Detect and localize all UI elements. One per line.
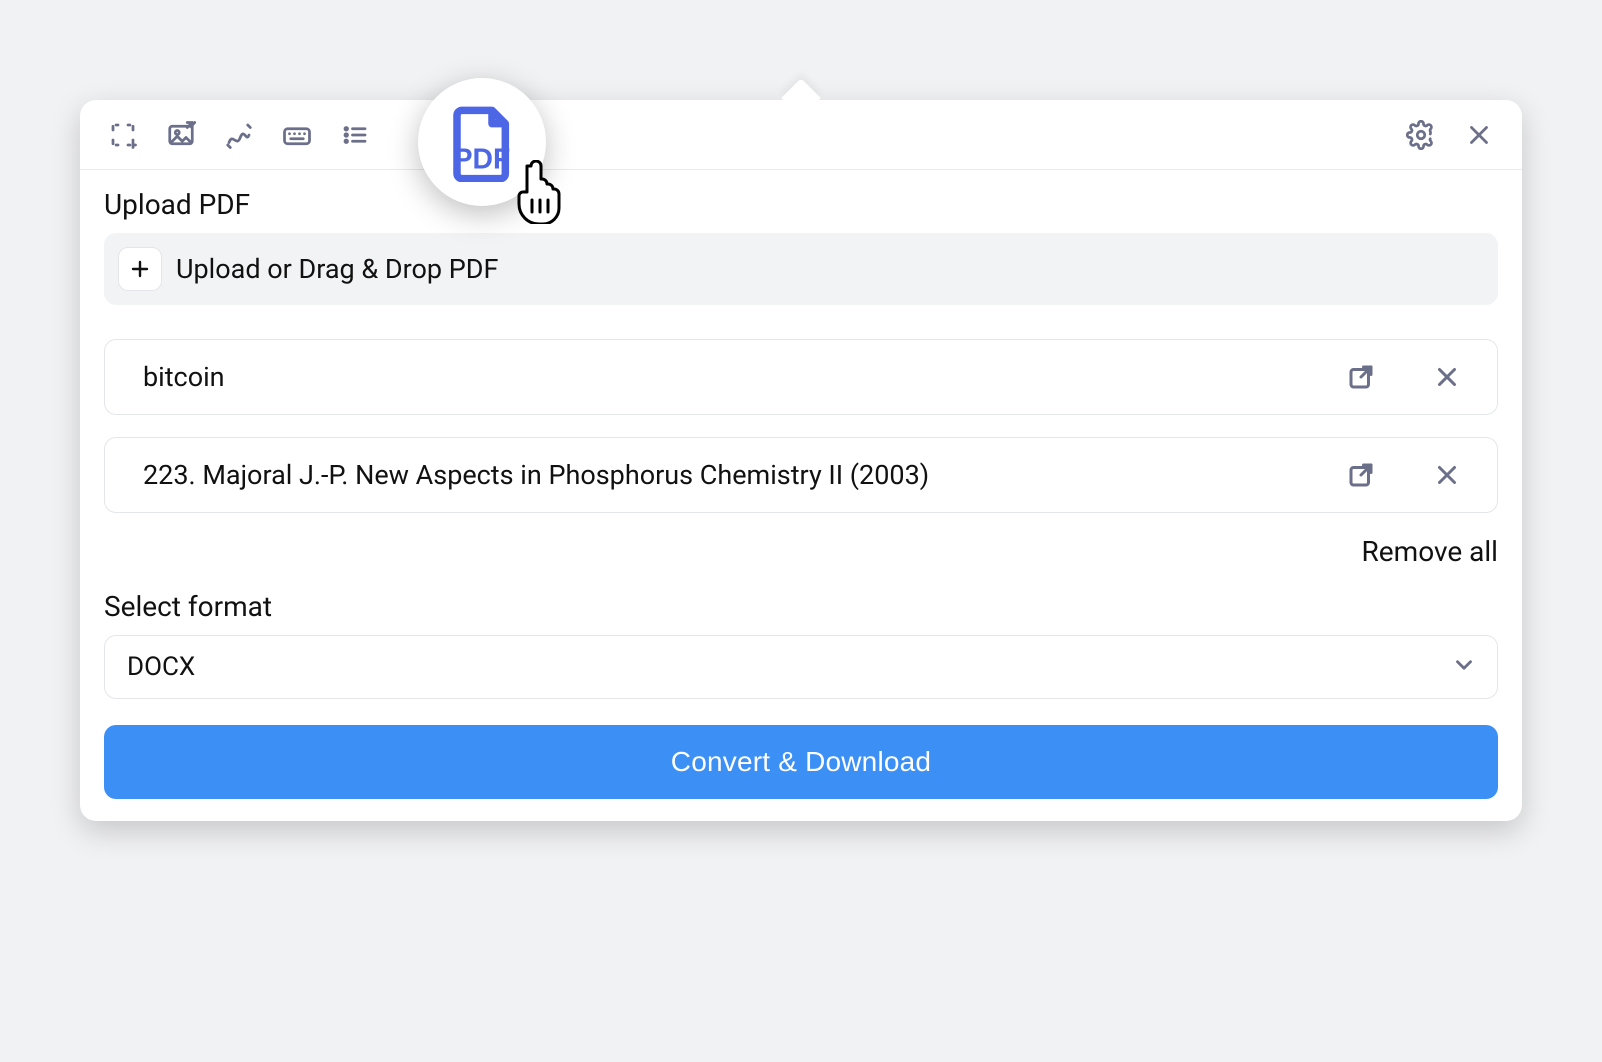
remove-all-button[interactable]: Remove all [1362, 535, 1498, 568]
remove-file-button[interactable] [1419, 349, 1475, 405]
open-file-button[interactable] [1333, 447, 1389, 503]
file-row: 223. Majoral J.-P. New Aspects in Phosph… [104, 437, 1498, 513]
convert-download-button[interactable]: Convert & Download [104, 725, 1498, 799]
open-file-button[interactable] [1333, 349, 1389, 405]
list-tool[interactable] [332, 112, 378, 158]
toolbar [80, 100, 1522, 170]
format-selected-value: DOCX [127, 652, 1451, 682]
keyboard-tool[interactable] [274, 112, 320, 158]
image-tool[interactable] [158, 112, 204, 158]
file-name: bitcoin [143, 361, 1303, 393]
cursor-icon [510, 160, 562, 224]
capture-area-tool[interactable] [100, 112, 146, 158]
remove-file-button[interactable] [1419, 447, 1475, 503]
format-select[interactable]: DOCX [104, 635, 1498, 699]
close-button[interactable] [1456, 112, 1502, 158]
chevron-down-icon [1451, 652, 1477, 682]
file-row: bitcoin [104, 339, 1498, 415]
remove-all-row: Remove all [104, 535, 1498, 568]
svg-text:PDF: PDF [454, 144, 511, 176]
upload-dropzone-label: Upload or Drag & Drop PDF [176, 253, 498, 285]
upload-dropzone[interactable]: Upload or Drag & Drop PDF [104, 233, 1498, 305]
draw-tool[interactable] [216, 112, 262, 158]
settings-button[interactable] [1398, 112, 1444, 158]
main-panel: Upload PDF Upload or Drag & Drop PDF bit… [80, 100, 1522, 821]
plus-icon [118, 247, 162, 291]
upload-section-title: Upload PDF [104, 188, 1498, 221]
file-name: 223. Majoral J.-P. New Aspects in Phosph… [143, 459, 1303, 491]
format-section-title: Select format [104, 590, 1498, 623]
